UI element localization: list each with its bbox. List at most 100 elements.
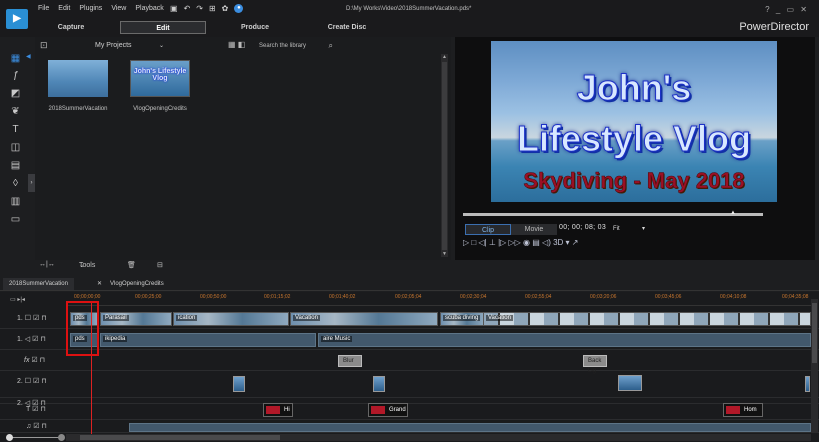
room-icon-strip: ▦ ◀ ƒ ◩ ❦ T ◫ ▤ ◊ ▥ ▭ › bbox=[6, 42, 35, 260]
playback-controls[interactable]: ▷ □ ◁| ⊥ |▷ ▷▷ ◉ ▤ ◁) 3D ▾ ↗ bbox=[463, 238, 578, 247]
search-icon[interactable]: ⌕ bbox=[329, 40, 333, 52]
timeline-ruler[interactable]: 00;00;00;00 00;00;25;00 00;00;50;00 00;0… bbox=[66, 292, 813, 306]
tab-capture[interactable]: Capture bbox=[28, 21, 114, 34]
menu-view[interactable]: View bbox=[111, 5, 126, 12]
notification-icon[interactable]: ● bbox=[234, 4, 244, 13]
menu-edit[interactable]: Edit bbox=[58, 5, 70, 12]
timeline-clip[interactable]: Vacation bbox=[290, 312, 438, 326]
title-room-icon[interactable]: T bbox=[10, 124, 21, 135]
menu-plugins[interactable]: Plugins bbox=[79, 5, 102, 12]
timeline-scrollbar[interactable] bbox=[66, 434, 811, 441]
clip-label: Vacation bbox=[486, 315, 513, 321]
zoom-slider[interactable] bbox=[6, 434, 66, 441]
audio-mixing-icon[interactable]: ▤ bbox=[10, 160, 21, 171]
undo-icon[interactable]: ↶ bbox=[184, 4, 191, 13]
timecode-display[interactable]: 00; 00; 08; 03 bbox=[559, 224, 606, 231]
window-controls[interactable]: ? _ ▭ ✕ bbox=[765, 5, 809, 14]
highlight-box bbox=[66, 301, 99, 356]
delete-icon[interactable]: 🗑 bbox=[127, 261, 136, 269]
title-clip[interactable]: Grand bbox=[368, 403, 408, 417]
clip-mode-button[interactable]: Clip bbox=[465, 224, 511, 235]
menu-file[interactable]: File bbox=[38, 5, 49, 12]
menu-playback[interactable]: Playback bbox=[135, 5, 163, 12]
ruler-tick: 00;02;30;04 bbox=[460, 294, 487, 300]
preview-title-line2: Lifestyle Vlog bbox=[516, 118, 752, 160]
timeline-clip[interactable]: scuba diving bbox=[440, 312, 485, 326]
import-icon[interactable]: ⊡ bbox=[40, 40, 48, 51]
library-toolbar: ⊡ My Projects ⌄ ▦ ◧ Search the library ⌕ bbox=[35, 37, 451, 55]
title-clip[interactable]: Hom bbox=[723, 403, 763, 417]
library-dropdown[interactable]: My Projects ⌄ bbox=[90, 40, 168, 52]
redo-icon[interactable]: ↷ bbox=[196, 4, 203, 13]
tools-menu[interactable]: Tools ⌄ bbox=[79, 261, 95, 269]
clip-label: Hi bbox=[284, 407, 290, 413]
ruler-tick: 00;03;20;06 bbox=[590, 294, 617, 300]
tab-create-disc[interactable]: Create Disc bbox=[304, 21, 390, 34]
tab-edit[interactable]: Edit bbox=[120, 21, 206, 34]
ruler-tick: 00;03;45;06 bbox=[655, 294, 682, 300]
subtitle-room-icon[interactable]: ▭ bbox=[10, 214, 21, 225]
clip-label: Hom bbox=[744, 407, 757, 413]
timeline-clip[interactable]: ication bbox=[173, 312, 289, 326]
zoom-out-icon[interactable] bbox=[6, 434, 13, 441]
ruler-tick: 00;02;05;04 bbox=[395, 294, 422, 300]
transition-room-icon[interactable]: ◫ bbox=[10, 142, 21, 153]
chevron-down-icon: ⌄ bbox=[158, 43, 164, 49]
clip-label: aire Music bbox=[321, 336, 353, 342]
timeline-clip[interactable]: Vacation bbox=[483, 312, 811, 326]
scroll-thumb[interactable] bbox=[442, 62, 447, 250]
timeline-clip[interactable]: Parasail bbox=[100, 312, 172, 326]
track-number: 1. bbox=[17, 315, 23, 322]
scroll-thumb[interactable] bbox=[80, 435, 280, 440]
split-icon[interactable]: ↔|↔ bbox=[39, 261, 55, 268]
title-thumb bbox=[266, 406, 280, 414]
tab-project-vacation[interactable]: 2018SummerVacation bbox=[3, 278, 74, 290]
zoom-fit-dropdown[interactable]: Fit ▾ bbox=[613, 224, 653, 235]
save-icon[interactable]: ▣ bbox=[170, 4, 178, 13]
music-track: ♫ ☑ ⊓ bbox=[0, 421, 819, 433]
settings-icon[interactable]: ✿ bbox=[222, 4, 229, 13]
scroll-up-icon[interactable]: ▲ bbox=[442, 54, 447, 60]
particle-room-icon[interactable]: ❦ bbox=[10, 106, 21, 117]
scroll-down-icon[interactable]: ▼ bbox=[442, 251, 447, 257]
chapter-room-icon[interactable]: ▥ bbox=[10, 196, 21, 207]
track-header: T ☑ ⊓ bbox=[26, 406, 46, 413]
voice-over-icon[interactable]: ◊ bbox=[10, 178, 21, 189]
movie-mode-button[interactable]: Movie bbox=[511, 224, 557, 235]
audio-clip[interactable]: ikipedia bbox=[100, 333, 316, 347]
title-clip[interactable]: Hi bbox=[263, 403, 293, 417]
zoom-in-icon[interactable] bbox=[58, 434, 65, 441]
track-header: fx ☑ ⊓ bbox=[24, 357, 46, 364]
search-input[interactable]: Search the library ⌕ bbox=[257, 40, 335, 52]
media-icon[interactable]: ⊟ bbox=[157, 261, 163, 269]
tab-project-credits[interactable]: VlogOpeningCredits bbox=[110, 278, 164, 290]
seek-knob-icon[interactable]: ▲ bbox=[730, 210, 736, 216]
ruler-tick: 00;00;50;00 bbox=[200, 294, 227, 300]
view-mode-icon[interactable]: ▦ ◧ bbox=[228, 40, 245, 49]
music-clip[interactable] bbox=[129, 423, 811, 432]
title-bar: ▶ File Edit Plugins View Playback ▣ ↶ ↷ … bbox=[0, 0, 819, 37]
timeline: ▭ ▸|◂ 00;00;00;00 00;00;25;00 00;00;50;0… bbox=[0, 292, 819, 442]
pip-room-icon[interactable]: ◩ bbox=[10, 88, 21, 99]
track-manager-icon[interactable]: ▭ ▸|◂ bbox=[10, 296, 25, 303]
timeline-vertical-scrollbar[interactable] bbox=[811, 299, 818, 433]
seek-bar[interactable]: ▲ bbox=[463, 210, 763, 216]
effect-clip[interactable]: Blur bbox=[338, 355, 362, 367]
fx-room-icon[interactable]: ƒ bbox=[10, 70, 21, 81]
audio-clip[interactable]: aire Music bbox=[318, 333, 811, 347]
ruler-tick: 00;04;10;08 bbox=[720, 294, 747, 300]
tab-produce[interactable]: Produce bbox=[212, 21, 298, 34]
layout-icon[interactable]: ⊞ bbox=[209, 4, 216, 13]
close-tab-icon[interactable]: ✕ bbox=[97, 278, 102, 290]
media-room-icon[interactable]: ▦ bbox=[10, 53, 21, 64]
library-thumbnail[interactable]: John's Lifestyle Vlog bbox=[130, 60, 190, 97]
brand-name: PowerDirector bbox=[739, 21, 809, 33]
effect-clip[interactable]: Back Lig bbox=[583, 355, 607, 374]
panel-toggle-icon[interactable]: › bbox=[28, 174, 35, 192]
zoom-track bbox=[10, 437, 62, 438]
clip-label: Parasail bbox=[103, 315, 129, 321]
scroll-thumb[interactable] bbox=[812, 303, 817, 363]
library-item-caption: 2018SummerVacation bbox=[48, 106, 108, 112]
library-scrollbar[interactable]: ▲ ▼ bbox=[441, 54, 448, 257]
library-thumbnail[interactable] bbox=[48, 60, 108, 97]
